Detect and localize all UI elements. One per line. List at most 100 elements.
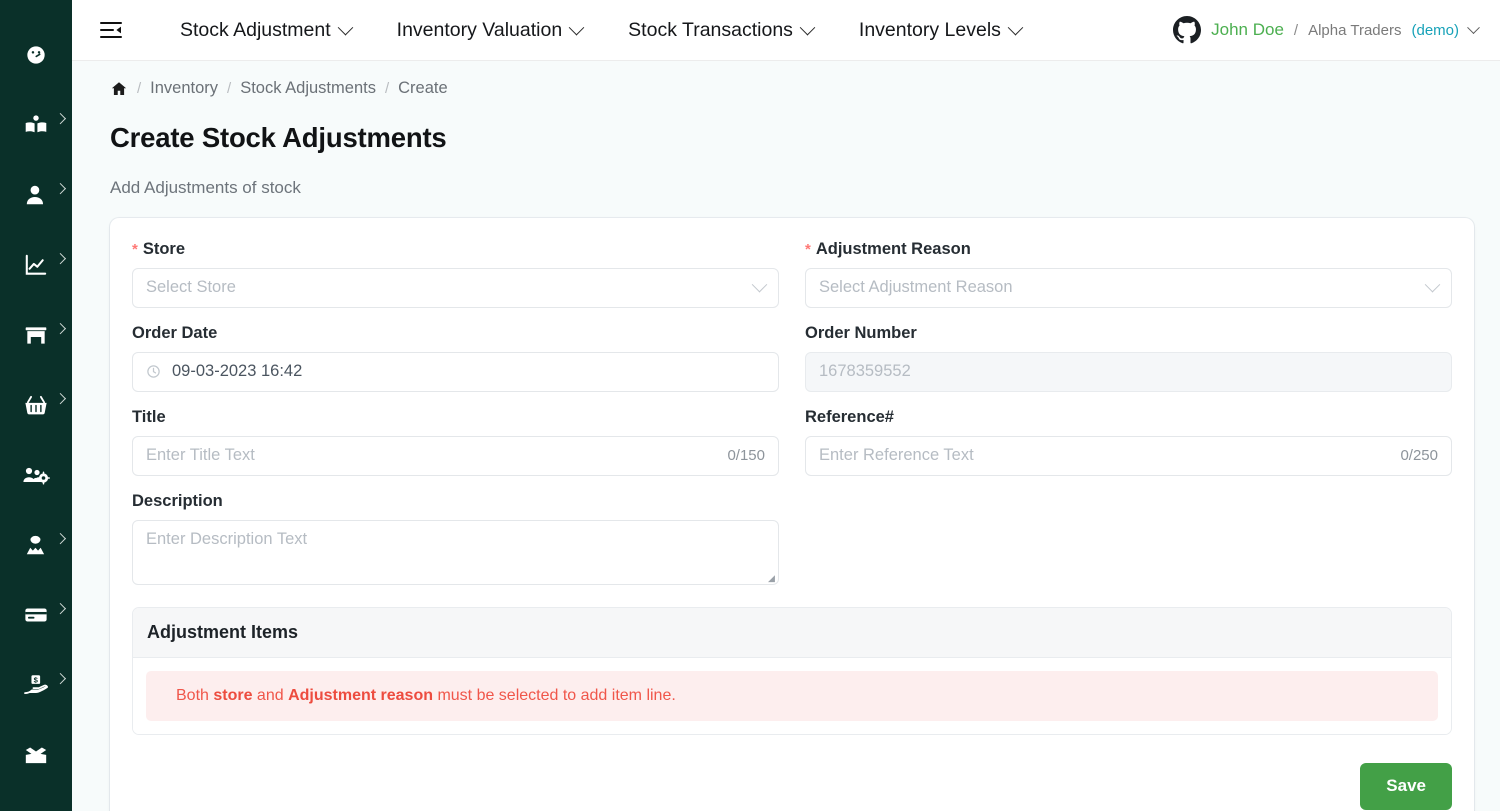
title-placeholder: Enter Title Text xyxy=(146,446,255,465)
field-description: Description Enter Description Text ◢ xyxy=(132,492,779,585)
store-select[interactable]: Select Store xyxy=(132,267,779,308)
title-input[interactable]: Enter Title Text 0/150 xyxy=(132,435,779,476)
sidebar-item-expenses[interactable]: $ xyxy=(0,650,72,720)
sidebar-item-stores[interactable] xyxy=(0,300,72,370)
user-menu[interactable]: John Doe / Alpha Traders (demo) xyxy=(1173,16,1480,44)
sidebar-item-user-groups[interactable] xyxy=(0,440,72,510)
card-icon xyxy=(23,602,49,628)
field-order-number-label: Order Number xyxy=(805,324,1452,343)
breadcrumb-separator: / xyxy=(137,80,142,97)
nav-label: Inventory Valuation xyxy=(396,18,563,41)
field-title: Title Enter Title Text 0/150 xyxy=(132,408,779,476)
reference-placeholder: Enter Reference Text xyxy=(819,446,974,465)
alert-bold-reason: Adjustment reason xyxy=(288,686,433,704)
validation-alert: Both store and Adjustment reason must be… xyxy=(146,670,1438,721)
field-reference-label: Reference# xyxy=(805,408,1452,427)
adjustment-reason-select[interactable]: Select Adjustment Reason xyxy=(805,267,1452,308)
label-text: Description xyxy=(132,491,223,510)
user-env-badge: (demo) xyxy=(1411,21,1459,39)
label-text: Adjustment Reason xyxy=(815,239,971,258)
clock-icon xyxy=(146,364,161,379)
label-text: Title xyxy=(132,407,166,426)
nav-item-stock-adjustment[interactable]: Stock Adjustment xyxy=(180,18,353,42)
nav-label: Inventory Levels xyxy=(858,18,1001,41)
save-button[interactable]: Save xyxy=(1360,762,1452,810)
form-actions: Save xyxy=(132,735,1452,810)
adjustment-items-header: Adjustment Items xyxy=(133,607,1451,658)
sidebar-item-purchases[interactable] xyxy=(0,370,72,440)
alert-bold-store: store xyxy=(213,686,253,704)
chevron-right-icon xyxy=(54,322,67,335)
chevron-down-icon xyxy=(337,19,353,35)
user-org: Alpha Traders xyxy=(1308,21,1402,39)
chevron-down-icon xyxy=(751,277,768,293)
order-number-value: 1678359552 xyxy=(819,362,911,381)
order-date-value: 09-03-2023 16:42 xyxy=(172,362,303,381)
nav-item-inventory-valuation[interactable]: Inventory Valuation xyxy=(396,18,585,42)
sidebar-item-inventory[interactable] xyxy=(0,720,72,790)
reference-char-counter: 0/250 xyxy=(1400,447,1438,465)
label-text: Store xyxy=(142,239,186,258)
sidebar-item-customers[interactable] xyxy=(0,160,72,230)
open-book-icon xyxy=(23,112,49,138)
required-asterisk: * xyxy=(132,240,138,258)
field-store: * Store Select Store xyxy=(132,240,779,308)
field-title-label: Title xyxy=(132,408,779,427)
sidebar-item-payments[interactable] xyxy=(0,580,72,650)
title-char-counter: 0/150 xyxy=(727,447,765,465)
adjustment-reason-placeholder: Select Adjustment Reason xyxy=(819,278,1013,297)
chevron-right-icon xyxy=(54,112,67,125)
order-date-input[interactable]: 09-03-2023 16:42 xyxy=(132,351,779,392)
sidebar-item-reports[interactable] xyxy=(0,230,72,300)
main-area: Stock Adjustment Inventory Valuation Sto… xyxy=(72,0,1500,811)
menu-fold-icon[interactable] xyxy=(94,13,128,47)
field-description-label: Description xyxy=(132,492,779,511)
breadcrumb-item-create: Create xyxy=(398,79,448,97)
description-placeholder: Enter Description Text xyxy=(146,529,308,548)
chevron-down-icon xyxy=(1424,277,1441,293)
field-adjustment-reason-label: * Adjustment Reason xyxy=(805,240,1452,259)
breadcrumb: / Inventory / Stock Adjustments / Create xyxy=(72,61,1500,98)
open-box-icon xyxy=(23,742,49,768)
app-root: $ Stock Adjustment Inventory Valuation S… xyxy=(0,0,1500,811)
nav-item-stock-transactions[interactable]: Stock Transactions xyxy=(628,19,816,42)
breadcrumb-separator: / xyxy=(227,80,232,97)
reference-input[interactable]: Enter Reference Text 0/250 xyxy=(805,435,1452,476)
user-group-icon xyxy=(23,532,49,558)
nav-item-inventory-levels[interactable]: Inventory Levels xyxy=(858,18,1024,42)
content-area: / Inventory / Stock Adjustments / Create… xyxy=(72,61,1500,811)
sidebar-item-catalog[interactable] xyxy=(0,90,72,160)
home-icon[interactable] xyxy=(110,80,128,98)
field-adjustment-reason: * Adjustment Reason Select Adjustment Re… xyxy=(805,240,1452,308)
basket-icon xyxy=(23,392,49,418)
adjustment-items-panel: Adjustment Items Both store and Adjustme… xyxy=(132,606,1452,735)
chevron-right-icon xyxy=(54,252,67,265)
line-chart-icon xyxy=(23,252,49,278)
sidebar-item-dashboard[interactable] xyxy=(0,20,72,90)
form-grid: * Store Select Store * Adjustment Reason xyxy=(132,240,1452,601)
breadcrumb-item-inventory[interactable]: Inventory xyxy=(150,79,218,98)
chevron-down-icon xyxy=(1007,19,1024,35)
label-text: Order Date xyxy=(132,323,218,342)
top-navbar: Stock Adjustment Inventory Valuation Sto… xyxy=(72,0,1500,61)
chevron-down-icon xyxy=(799,19,816,35)
nav-label: Stock Adjustment xyxy=(180,18,331,41)
sidebar-item-suppliers[interactable] xyxy=(0,510,72,580)
chevron-down-icon xyxy=(1467,20,1480,34)
chevron-right-icon xyxy=(54,602,67,615)
user-icon xyxy=(23,182,49,208)
hand-money-icon: $ xyxy=(23,672,49,698)
description-textarea[interactable]: Enter Description Text ◢ xyxy=(132,519,779,585)
user-name: John Doe xyxy=(1211,20,1284,39)
dashboard-gauge-icon xyxy=(23,42,49,68)
field-order-number: Order Number 1678359552 xyxy=(805,324,1452,392)
breadcrumb-item-stock-adjustments[interactable]: Stock Adjustments xyxy=(240,79,376,98)
order-number-input: 1678359552 xyxy=(805,351,1452,392)
chevron-right-icon xyxy=(54,182,67,195)
resize-handle-icon[interactable]: ◢ xyxy=(768,573,776,582)
chevron-down-icon xyxy=(568,19,585,35)
users-gear-icon xyxy=(22,462,50,488)
chevron-right-icon xyxy=(54,672,67,685)
label-text: Reference# xyxy=(805,407,894,426)
chevron-right-icon xyxy=(54,532,67,545)
